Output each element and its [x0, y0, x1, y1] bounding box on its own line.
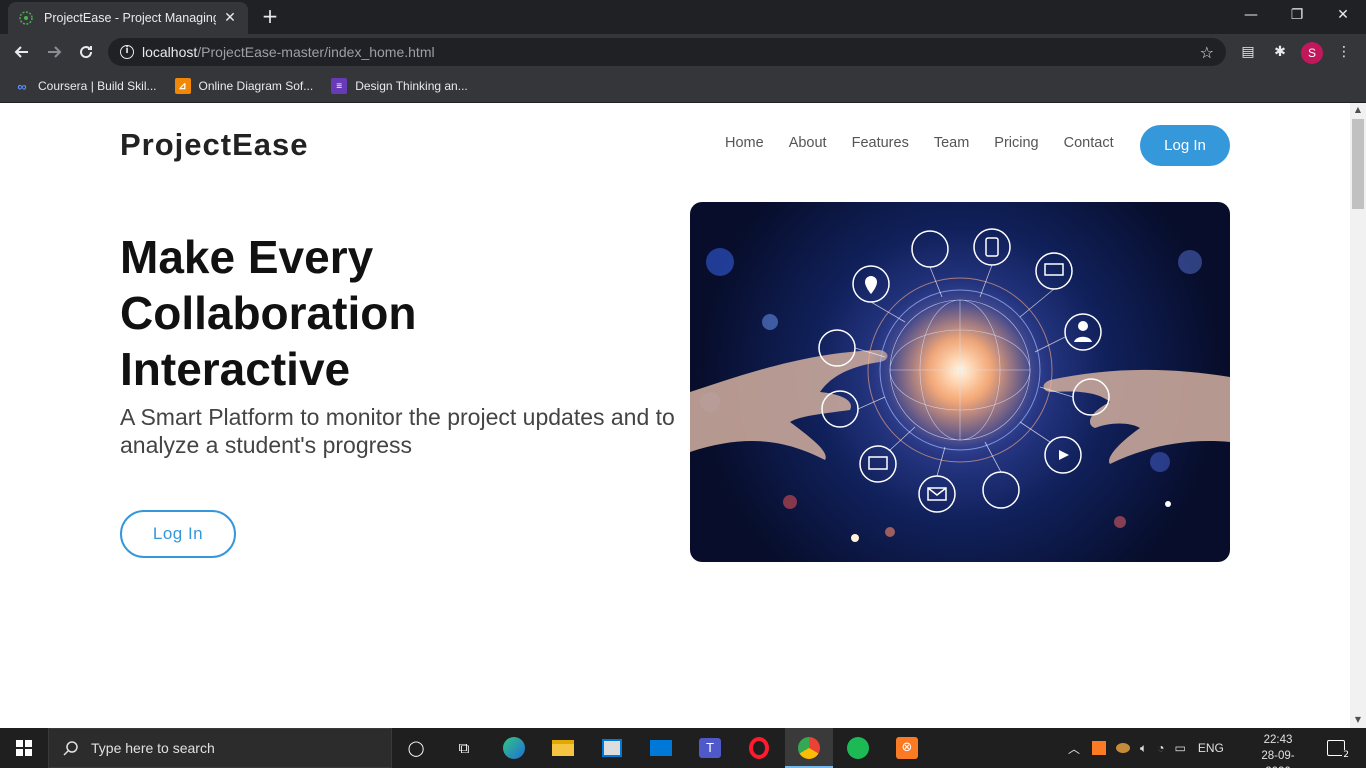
hero-login-button[interactable]: Log In [120, 510, 236, 558]
scroll-up-icon[interactable]: ▲ [1353, 105, 1363, 115]
system-tray: ︿ 🔈︎ ◔ ▭ ENG [1068, 728, 1224, 768]
volume-icon[interactable]: 🔈︎ [1140, 741, 1147, 756]
new-tab-button[interactable]: + [258, 5, 282, 29]
windows-start-icon[interactable] [10, 734, 38, 762]
taskbar-clock[interactable]: 22:43 28-09-2020 [1252, 732, 1304, 768]
reload-button[interactable] [72, 38, 100, 66]
network-illustration [690, 228, 1230, 542]
hero-subtitle: A Smart Platform to monitor the project … [120, 404, 675, 458]
browser-toolbar: i localhost/ProjectEase-master/index_hom… [0, 34, 1366, 70]
nav-team[interactable]: Team [934, 135, 969, 151]
xampp-icon[interactable]: ⊗ [893, 734, 921, 762]
address-bar[interactable]: i localhost/ProjectEase-master/index_hom… [108, 38, 1226, 66]
language-indicator[interactable]: ENG [1198, 741, 1224, 755]
notification-badge: 2 [1342, 750, 1350, 760]
bookmark-diagram[interactable]: ⊿ Online Diagram Sof... [174, 78, 314, 94]
cortana-icon[interactable]: ◯ [402, 734, 430, 762]
taskbar-search-box[interactable]: Type here to search [48, 728, 392, 768]
profile-avatar[interactable]: S [1301, 42, 1323, 64]
hero-title-line: Collaboration [120, 287, 417, 339]
close-window-button[interactable]: ✕ [1320, 0, 1366, 30]
clock-date: 28-09-2020 [1261, 750, 1295, 768]
extensions-puzzle-icon[interactable]: ✱ [1270, 42, 1290, 62]
shopping-cart-icon [982, 471, 1020, 509]
wifi-icon[interactable]: ◔ [1157, 741, 1164, 755]
back-button[interactable] [8, 38, 36, 66]
tab-close-icon[interactable]: ✕ [222, 10, 238, 26]
search-icon [63, 741, 78, 756]
xampp-tray-icon[interactable] [1092, 741, 1107, 755]
mail-icon [918, 475, 956, 513]
bookmark-star-icon[interactable]: ☆ [1200, 43, 1214, 62]
coursera-icon: ∞ [17, 78, 27, 94]
monitor-icon [859, 445, 897, 483]
hero-title: Make Every Collaboration Interactive [120, 229, 416, 397]
bookmark-label: Coursera | Build Skil... [38, 79, 157, 93]
file-explorer-icon[interactable] [549, 734, 577, 762]
scrollbar-thumb[interactable] [1352, 119, 1364, 209]
scroll-down-icon[interactable]: ▼ [1353, 715, 1363, 725]
web-page: ProjectEase Home About Features Team Pri… [0, 103, 1350, 728]
hero-title-line: Make Every [120, 231, 374, 283]
nav-about[interactable]: About [789, 135, 827, 151]
minimize-button[interactable]: — [1228, 0, 1274, 30]
nav-features[interactable]: Features [852, 135, 909, 151]
header-login-button[interactable]: Log In [1140, 125, 1230, 166]
globe-icon [911, 230, 949, 268]
nav-home[interactable]: Home [725, 135, 764, 151]
nav-pricing[interactable]: Pricing [994, 135, 1038, 151]
search-placeholder: Type here to search [91, 740, 215, 756]
teams-icon[interactable]: T [696, 734, 724, 762]
site-brand-logo[interactable]: ProjectEase [120, 127, 309, 163]
spotify-icon[interactable] [844, 734, 872, 762]
store-icon[interactable] [598, 734, 626, 762]
clock-time: 22:43 [1263, 734, 1293, 746]
windows-taskbar: Type here to search ◯ ⧉ T ⊗ ︿ 🔈︎ ◔ ▭ ENG… [0, 728, 1366, 768]
opera-icon[interactable] [745, 734, 773, 762]
diagram-icon: ⊿ [174, 78, 191, 94]
task-view-icon[interactable]: ⧉ [450, 734, 478, 762]
reload-icon [80, 46, 93, 59]
restore-button[interactable]: ❐ [1274, 0, 1320, 30]
list-icon: ≡ [331, 78, 348, 94]
user-icon [1064, 313, 1102, 351]
reading-list-icon[interactable]: ▤ [1238, 42, 1258, 62]
bookmark-label: Online Diagram Sof... [198, 79, 314, 93]
tab-title: ProjectEase - Project Managing P [44, 11, 216, 25]
back-arrow-icon [14, 46, 28, 58]
mail-app-icon[interactable] [647, 734, 675, 762]
bookmarks-bar: ∞ Coursera | Build Skil... ⊿ Online Diag… [0, 70, 1366, 103]
edge-browser-icon[interactable] [500, 734, 528, 762]
bookmark-design-thinking[interactable]: ≡ Design Thinking an... [331, 78, 468, 94]
bookmark-coursera[interactable]: ∞ Coursera | Build Skil... [14, 78, 157, 94]
battery-icon[interactable]: ▭ [1174, 741, 1185, 755]
notifications-icon[interactable]: 2 [1322, 734, 1350, 762]
forward-button[interactable] [40, 38, 68, 66]
site-info-icon[interactable]: i [120, 45, 134, 59]
site-nav: Home About Features Team Pricing Contact [700, 135, 1114, 151]
bookmark-label: Design Thinking an... [355, 79, 468, 93]
laptop-icon [1035, 252, 1073, 290]
browser-tab[interactable]: ProjectEase - Project Managing P ✕ [8, 2, 248, 34]
nav-contact[interactable]: Contact [1064, 135, 1114, 151]
site-favicon-icon [19, 11, 33, 25]
browser-tab-bar: ProjectEase - Project Managing P ✕ + — ❐… [0, 0, 1366, 34]
tray-chevron-icon[interactable]: ︿ [1068, 740, 1080, 757]
forward-arrow-icon [48, 46, 62, 58]
url-text: localhost/ProjectEase-master/index_home.… [142, 44, 435, 60]
chrome-icon[interactable] [795, 734, 823, 762]
page-scrollbar[interactable]: ▲ ▼ [1350, 103, 1366, 728]
hero-title-line: Interactive [120, 343, 351, 395]
smartphone-icon [973, 228, 1011, 266]
app-tray-icon[interactable] [1116, 743, 1131, 753]
menu-kebab-icon[interactable]: ⋮ [1334, 42, 1354, 62]
hero-network-image [690, 202, 1230, 562]
